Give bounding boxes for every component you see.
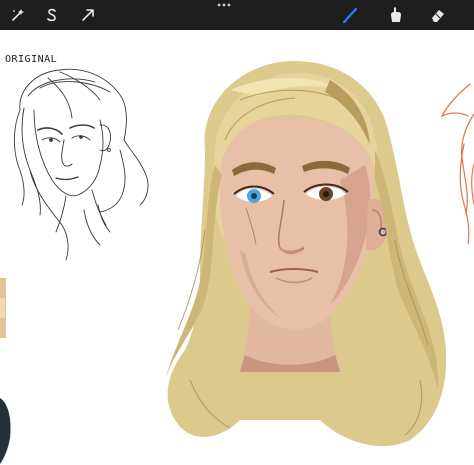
- left-edge-fragment: [0, 278, 11, 464]
- original-sketch: [13, 68, 149, 261]
- adjustments-wand-icon[interactable]: [6, 3, 30, 27]
- original-label: ORIGINAL: [5, 54, 58, 65]
- brush-icon[interactable]: [338, 3, 362, 27]
- top-toolbar: [0, 0, 474, 30]
- drawing-canvas[interactable]: ORIGINAL: [0, 30, 474, 465]
- selection-s-icon[interactable]: [40, 3, 64, 27]
- orange-sketch-fragment: [440, 83, 474, 245]
- eraser-icon[interactable]: [426, 3, 450, 27]
- more-dots-icon[interactable]: [212, 0, 236, 14]
- smudge-icon[interactable]: [384, 3, 408, 27]
- transform-arrow-icon[interactable]: [76, 3, 100, 27]
- painted-portrait: [165, 61, 447, 447]
